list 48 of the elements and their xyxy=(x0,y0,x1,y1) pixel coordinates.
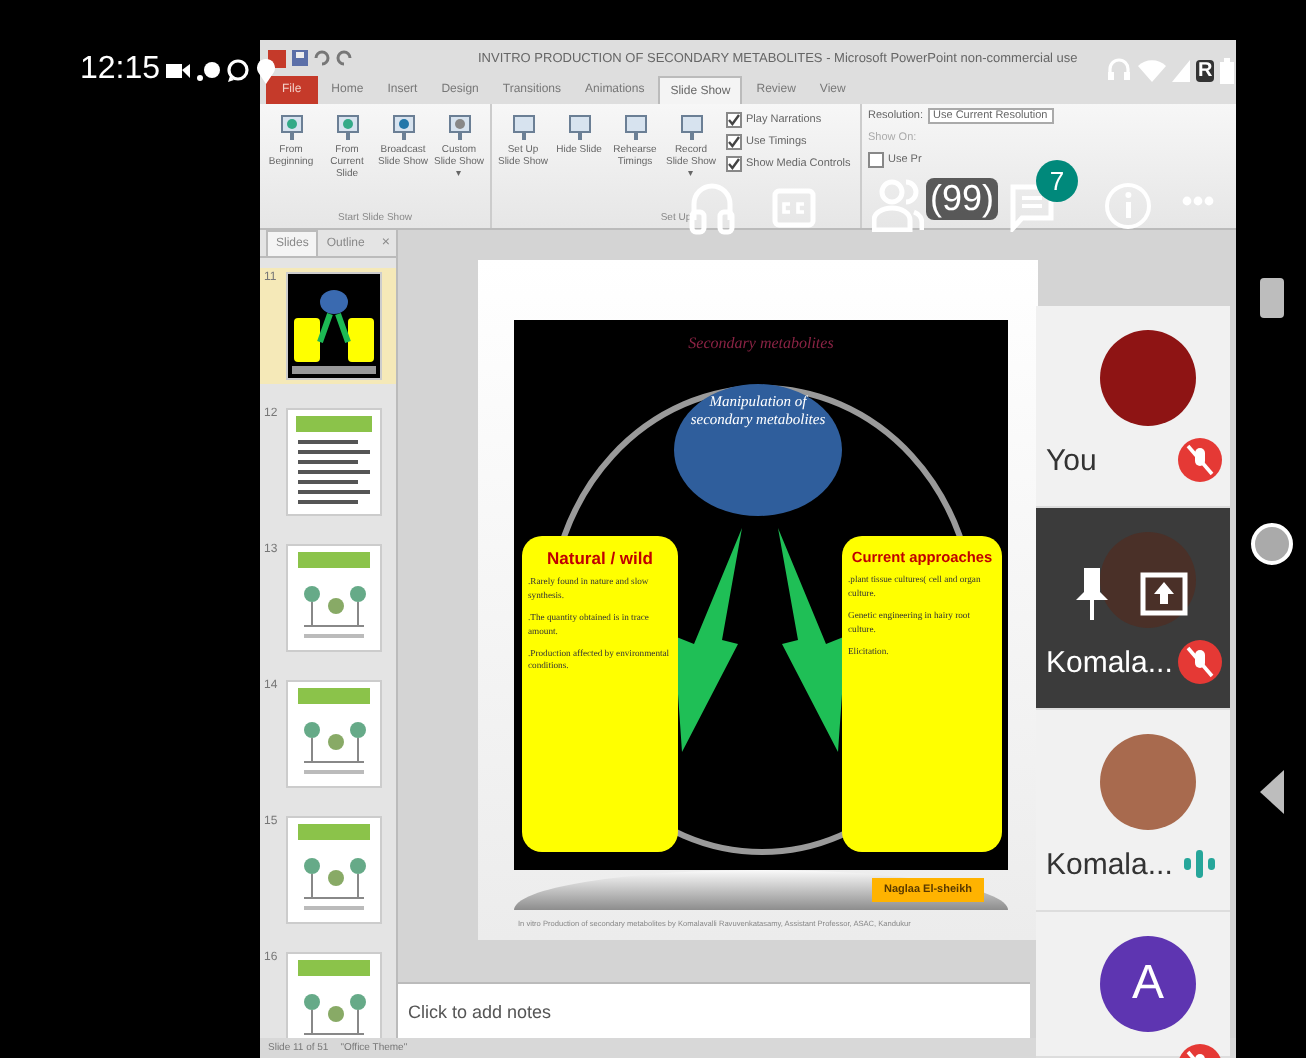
checkbox[interactable] xyxy=(726,134,742,150)
participant-tile[interactable]: You xyxy=(1036,306,1230,508)
notification-dot-icon xyxy=(196,58,221,82)
presentation-screen-icon xyxy=(565,114,593,142)
participant-tile[interactable]: A xyxy=(1036,912,1230,1058)
participant-name: Komala... xyxy=(1046,646,1173,680)
checkbox[interactable] xyxy=(726,156,742,172)
location-pin-icon xyxy=(256,57,277,83)
undo-icon[interactable] xyxy=(314,50,330,66)
notes-field[interactable]: Click to add notes xyxy=(398,982,1030,1038)
presentation-screen-icon xyxy=(677,114,705,142)
participant-name: You xyxy=(1046,444,1097,478)
presentation-screen-icon xyxy=(621,114,649,142)
redo-icon[interactable] xyxy=(336,50,352,66)
wifi-icon xyxy=(1138,59,1166,81)
presentation-screen-icon xyxy=(277,114,305,142)
presentation-screen-icon xyxy=(509,114,537,142)
checkbox[interactable] xyxy=(868,152,884,168)
roaming-indicator: R xyxy=(1196,59,1215,81)
back-button[interactable] xyxy=(1259,770,1283,814)
presentation-screen-icon xyxy=(445,114,473,142)
pin-icon[interactable] xyxy=(1076,568,1108,620)
present-icon xyxy=(1140,572,1188,616)
presentation-screen-icon xyxy=(333,114,361,142)
chat-bubble-icon xyxy=(226,58,251,82)
headset-icon xyxy=(1106,56,1132,84)
home-button[interactable] xyxy=(1249,522,1293,566)
battery-icon xyxy=(1220,57,1235,83)
chat-icon[interactable] xyxy=(1010,184,1054,232)
video-camera-icon xyxy=(166,61,191,79)
save-icon[interactable] xyxy=(292,50,308,66)
slide-preview-drawing xyxy=(286,816,382,924)
participant-tile[interactable]: Komala... xyxy=(1036,710,1230,912)
participant-tile[interactable]: Komala... xyxy=(1036,508,1230,710)
panel-heading: Natural / wild xyxy=(545,548,655,568)
avatar-letter: A xyxy=(1100,936,1196,1032)
participant-name: Komala... xyxy=(1046,848,1173,882)
slide-preview-drawing xyxy=(286,544,382,652)
participant-count[interactable]: (99) xyxy=(926,178,999,220)
slide-title: Secondary metabolites xyxy=(686,334,836,352)
slide-preview-drawing xyxy=(286,408,382,516)
recent-apps-button[interactable] xyxy=(1259,278,1283,318)
presentation-screen-icon xyxy=(389,114,417,142)
slide-preview-drawing xyxy=(286,680,382,788)
signal-icon xyxy=(1172,59,1190,81)
clock-time: 12:15 xyxy=(80,52,161,88)
checkbox[interactable] xyxy=(726,112,742,128)
slide-preview-drawing xyxy=(286,272,382,380)
